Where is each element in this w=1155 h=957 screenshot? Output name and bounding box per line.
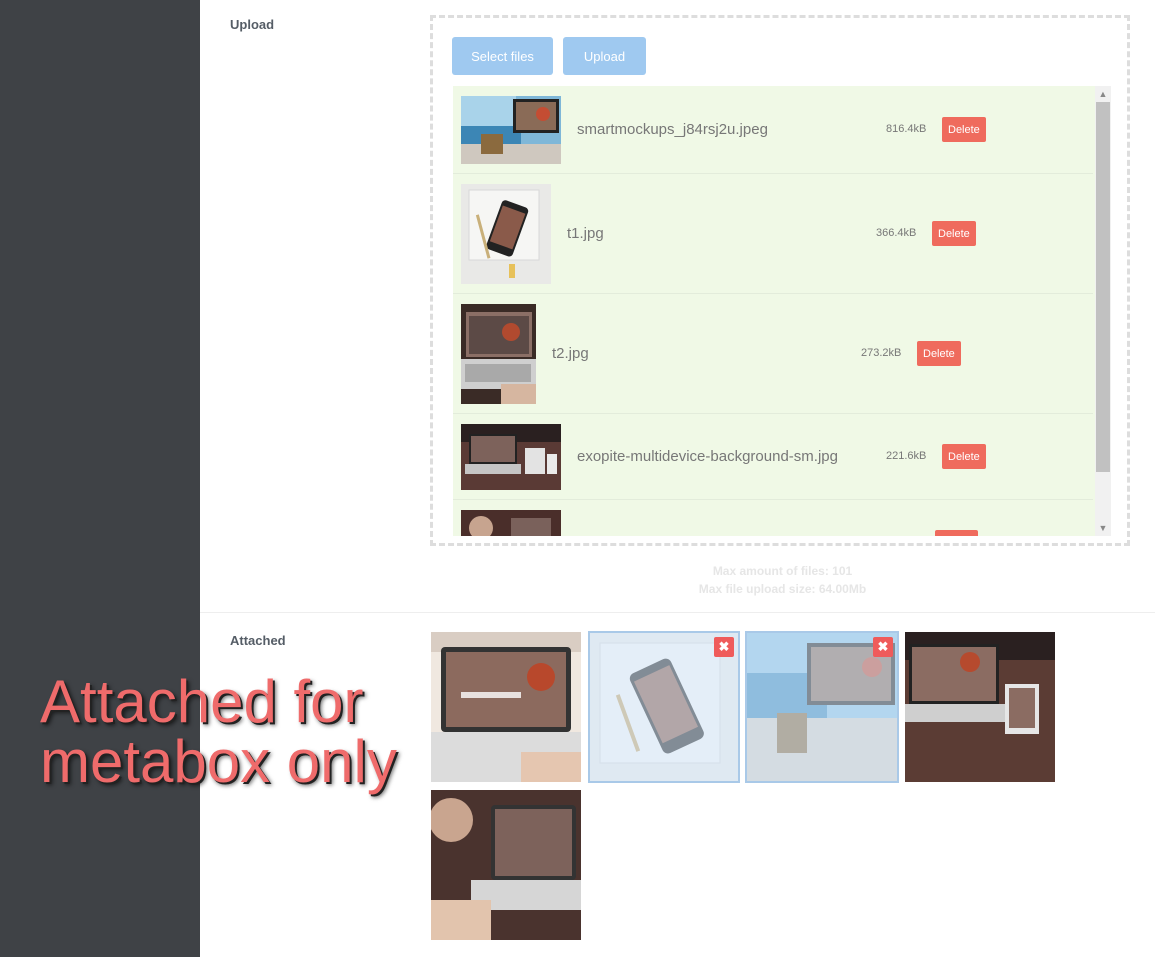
- close-icon[interactable]: ✖: [873, 637, 893, 657]
- upload-field-label: Upload: [230, 17, 275, 32]
- delete-file-button[interactable]: Delete: [932, 221, 976, 246]
- scrollbar-thumb[interactable]: [1096, 102, 1110, 472]
- attached-image-selected[interactable]: ✖: [588, 631, 740, 783]
- upload-file-list[interactable]: smartmockups_j84rsj2u.jpeg 816.4kB Delet…: [453, 86, 1111, 536]
- file-size: 366.4kB: [876, 227, 917, 239]
- close-icon[interactable]: ✖: [714, 637, 734, 657]
- file-thumbnail: [461, 304, 536, 404]
- file-size: 273.2kB: [861, 347, 902, 359]
- file-thumbnail: [461, 424, 561, 490]
- metabox-annotation: Attached for metabox only: [40, 672, 397, 792]
- scroll-down-icon[interactable]: ▼: [1095, 521, 1111, 535]
- attached-image[interactable]: [431, 632, 581, 782]
- max-size-info: Max file upload size: 64.00Mb: [698, 582, 867, 596]
- file-row: exopite-multidevice-background-sm.jpg 22…: [453, 414, 1093, 500]
- section-divider: [200, 612, 1155, 613]
- delete-file-button[interactable]: Delete: [942, 117, 986, 142]
- select-files-button[interactable]: Select files: [452, 37, 553, 75]
- file-thumbnail: [461, 96, 561, 164]
- list-scrollbar[interactable]: ▲ ▼: [1095, 86, 1111, 536]
- delete-file-button[interactable]: Delete: [942, 444, 986, 469]
- annotation-line-1: Attached for: [40, 668, 364, 735]
- file-row: [453, 500, 1093, 536]
- max-files-info: Max amount of files: 101: [712, 564, 853, 578]
- file-size: 221.6kB: [886, 450, 927, 462]
- attached-image[interactable]: [905, 632, 1055, 782]
- file-row: t2.jpg 273.2kB Delete: [453, 294, 1093, 414]
- delete-file-button[interactable]: [935, 530, 978, 536]
- file-row: t1.jpg 366.4kB Delete: [453, 174, 1093, 294]
- file-name: exopite-multidevice-background-sm.jpg: [577, 448, 838, 465]
- file-name: t1.jpg: [567, 225, 604, 242]
- upload-button[interactable]: Upload: [563, 37, 646, 75]
- annotation-line-2: metabox only: [40, 728, 397, 795]
- file-name: t2.jpg: [552, 345, 589, 362]
- file-row: smartmockups_j84rsj2u.jpeg 816.4kB Delet…: [453, 86, 1093, 174]
- file-thumbnail: [461, 184, 551, 284]
- attached-image[interactable]: [431, 790, 581, 940]
- file-size: 816.4kB: [886, 123, 927, 135]
- file-thumbnail: [461, 510, 561, 536]
- attached-field-label: Attached: [230, 633, 286, 648]
- admin-sidebar: [0, 0, 200, 957]
- attached-image-selected[interactable]: ✖: [745, 631, 899, 783]
- scroll-up-icon[interactable]: ▲: [1095, 87, 1111, 101]
- file-name: smartmockups_j84rsj2u.jpeg: [577, 121, 768, 138]
- delete-file-button[interactable]: Delete: [917, 341, 961, 366]
